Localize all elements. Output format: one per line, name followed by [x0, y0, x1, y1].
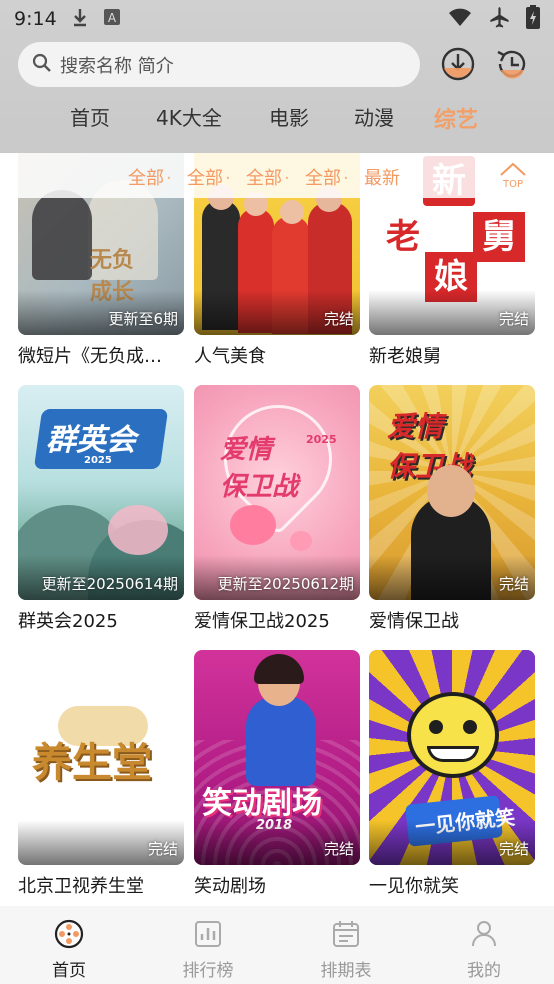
filter-label: 全部 [187, 168, 223, 189]
calendar-icon [333, 921, 359, 947]
chevron-up-icon [500, 162, 526, 176]
battery-icon [526, 4, 540, 34]
status-bar: 9:14 A [0, 0, 554, 38]
filter-label: 全部 [246, 168, 282, 189]
list-item[interactable]: 笑动剧场 2018 完结 笑动剧场 [194, 650, 360, 898]
status-badge: 完结 [498, 310, 529, 328]
scroll-top-button[interactable]: TOP [496, 160, 530, 194]
nav-schedule[interactable]: 排期表 [306, 918, 386, 981]
filter-label: 最新 [364, 168, 400, 189]
tab-home[interactable]: 首页 [70, 102, 110, 131]
item-title: 一见你就笑 [369, 876, 459, 897]
nav-label: 排期表 [320, 961, 372, 981]
nav-home[interactable]: 首页 [29, 918, 109, 981]
tab-4k[interactable]: 4K大全 [156, 102, 222, 131]
item-title: 爱情保卫战 [369, 611, 459, 632]
wifi-icon [448, 7, 472, 32]
poster-image: 爱情 保卫战 2025 更新至20250612期 [194, 385, 360, 600]
item-title: 微短片《无负成… [18, 346, 162, 367]
poster-image: 爱情 保卫战 完结 [369, 385, 535, 600]
list-item[interactable]: 爱情 保卫战 2025 更新至20250612期 爱情保卫战2025 [194, 385, 360, 633]
filter-option[interactable]: 全部 · [246, 164, 290, 190]
status-badge: 完结 [498, 840, 529, 858]
filter-label: 全部 [128, 168, 164, 189]
nav-label: 排行榜 [182, 961, 234, 981]
list-item[interactable]: 一见你就笑 完结 一见你就笑 [369, 650, 535, 898]
top-header: 9:14 A 搜索名称 简介 首页 4K大全 电影 动漫 综艺 [0, 0, 554, 153]
nav-label: 首页 [52, 961, 86, 981]
download-status-icon [71, 7, 89, 32]
filter-option[interactable]: 全部 · [187, 164, 231, 190]
history-button[interactable] [494, 46, 530, 82]
item-title: 爱情保卫战2025 [194, 611, 330, 632]
status-badge: 完结 [147, 840, 178, 858]
list-item[interactable]: 群英会 2025 更新至20250614期 群英会2025 [18, 385, 184, 633]
poster-image: 养生堂 完结 [18, 650, 184, 865]
filter-label: 全部 [305, 168, 341, 189]
status-time: 9:14 [14, 8, 57, 30]
filter-separator: · [343, 168, 349, 189]
item-title: 北京卫视养生堂 [18, 876, 144, 897]
chart-icon [195, 921, 221, 947]
bottom-nav: 首页 排行榜 排期表 我的 [0, 906, 554, 984]
item-title: 人气美食 [194, 346, 266, 367]
item-title: 笑动剧场 [194, 876, 266, 897]
scroll-top-label: TOP [502, 179, 523, 190]
app-notification-icon: A [103, 8, 121, 31]
user-icon [472, 921, 496, 947]
search-placeholder: 搜索名称 简介 [60, 55, 174, 77]
list-item[interactable]: 养生堂 完结 北京卫视养生堂 [18, 650, 184, 898]
poster-image: 笑动剧场 2018 完结 [194, 650, 360, 865]
search-icon [32, 53, 52, 77]
tab-movies[interactable]: 电影 [269, 102, 309, 131]
filter-option[interactable]: 全部 · [128, 164, 172, 190]
svg-text:A: A [108, 11, 117, 25]
status-badge: 完结 [498, 575, 529, 593]
status-badge: 完结 [323, 840, 354, 858]
filter-separator: · [166, 168, 172, 189]
poster-image: 群英会 2025 更新至20250614期 [18, 385, 184, 600]
list-item[interactable]: 爱情 保卫战 完结 爱情保卫战 [369, 385, 535, 633]
item-title: 群英会2025 [18, 611, 118, 632]
category-tabs: 首页 4K大全 电影 动漫 综艺 [0, 98, 554, 142]
item-title: 新老娘舅 [369, 346, 441, 367]
nav-ranking[interactable]: 排行榜 [168, 918, 248, 981]
film-reel-icon [54, 919, 84, 949]
status-badge: 更新至20250612期 [217, 575, 354, 593]
tab-variety[interactable]: 综艺 [434, 102, 478, 134]
download-button[interactable] [440, 46, 476, 82]
search-input[interactable]: 搜索名称 简介 [18, 42, 420, 87]
status-badge: 更新至6期 [108, 310, 178, 328]
poster-image: 一见你就笑 完结 [369, 650, 535, 865]
filter-option[interactable]: 全部 · [305, 164, 349, 190]
nav-profile[interactable]: 我的 [444, 918, 524, 981]
tab-anime[interactable]: 动漫 [354, 102, 394, 131]
filter-option-latest[interactable]: 最新 [364, 164, 400, 190]
airplane-mode-icon [488, 6, 510, 33]
filter-separator: · [284, 168, 290, 189]
nav-label: 我的 [467, 961, 501, 981]
filter-row: 全部 · 全部 · 全部 · 全部 · 最新 [0, 153, 554, 198]
status-badge: 完结 [323, 310, 354, 328]
filter-separator: · [225, 168, 231, 189]
status-badge: 更新至20250614期 [41, 575, 178, 593]
